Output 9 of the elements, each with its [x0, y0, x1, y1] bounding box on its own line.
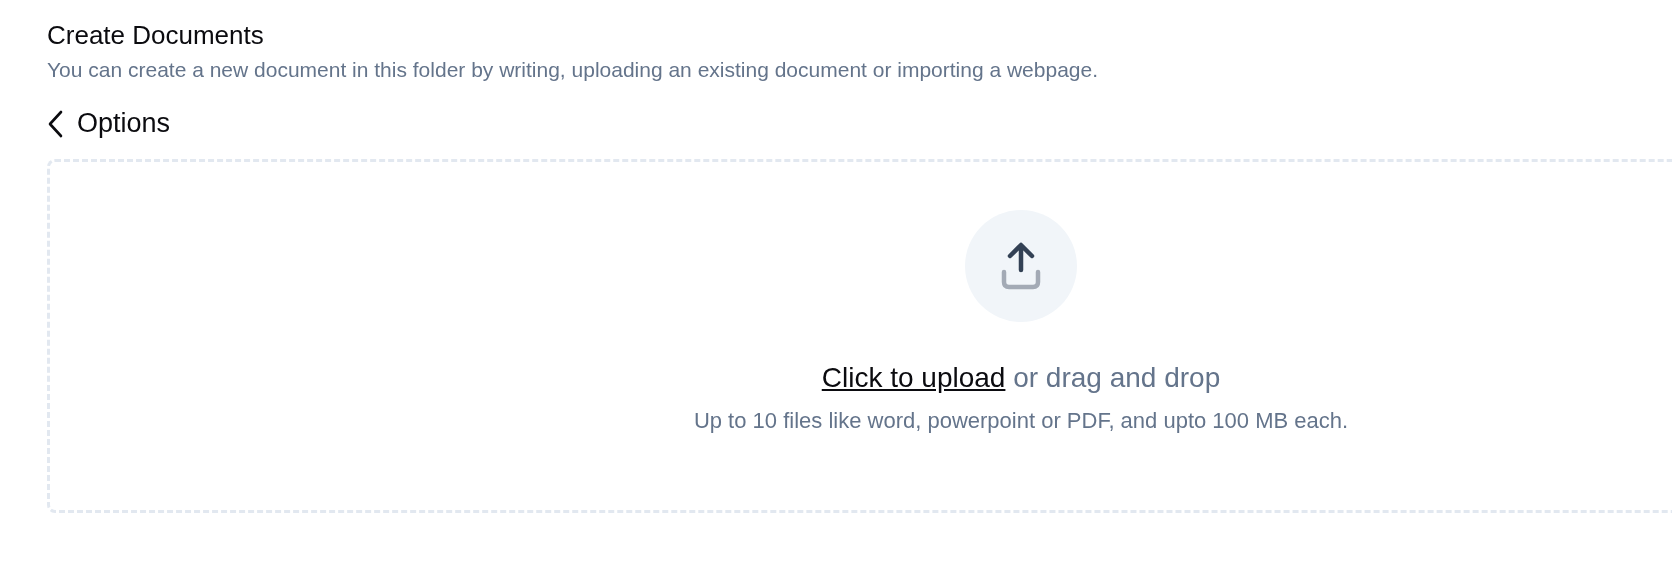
upload-prompt: Click to upload or drag and drop: [821, 362, 1221, 394]
chevron-left-icon: [47, 109, 63, 138]
upload-link[interactable]: Click to upload: [821, 362, 1006, 393]
page-title: Create Documents: [47, 20, 264, 50]
upload-icon: [1000, 242, 1042, 290]
upload-dropzone[interactable]: Click to upload or drag and drop Up to 10 files like word, powerpoint or PDF, and upto 100 MB each.: [47, 159, 1672, 513]
back-button[interactable]: Options: [47, 108, 171, 139]
upload-hint: Up to 10 files like word, powerpoint or PDF, and upto 100 MB each.: [693, 408, 1349, 434]
page-description: You can create a new document in this folder by writing, uploading an existing document or importing a webpage.: [47, 57, 1099, 83]
